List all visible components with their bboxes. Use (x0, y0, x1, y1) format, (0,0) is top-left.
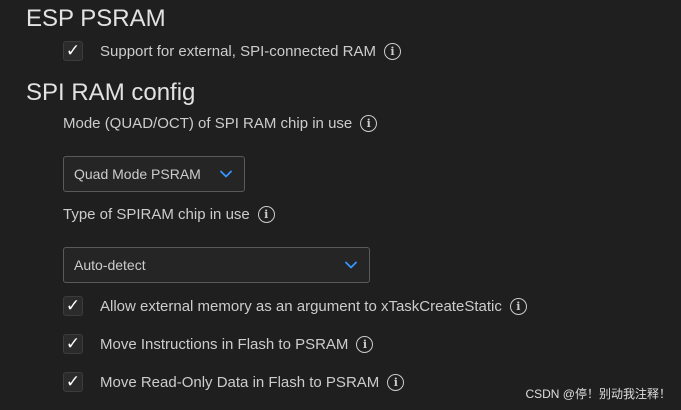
mode-label: Mode (QUAD/OCT) of SPI RAM chip in use (63, 115, 353, 132)
info-icon[interactable]: i (387, 373, 405, 391)
setting-move-rodata: ✓ Move Read-Only Data in Flash to PSRAM … (63, 372, 405, 392)
setting-chip-type: Type of SPIRAM chip in use i (63, 206, 275, 223)
info-icon[interactable]: i (257, 206, 275, 223)
setting-mode: Mode (QUAD/OCT) of SPI RAM chip in use i (63, 115, 378, 132)
chip-type-label: Type of SPIRAM chip in use (63, 206, 250, 223)
settings-page: ESP PSRAM ✓ Support for external, SPI-co… (0, 0, 681, 410)
setting-allow-external-memory: ✓ Allow external memory as an argument t… (63, 296, 527, 316)
chevron-down-icon (220, 170, 232, 178)
info-icon[interactable]: i (509, 297, 527, 315)
mode-select-value: Quad Mode PSRAM (74, 166, 201, 182)
section-title-esp-psram: ESP PSRAM (26, 5, 166, 32)
setting-support-external-ram: ✓ Support for external, SPI-connected RA… (63, 41, 401, 61)
check-icon: ✓ (65, 41, 81, 61)
info-icon[interactable]: i (356, 335, 374, 353)
check-icon: ✓ (65, 334, 81, 354)
info-icon[interactable]: i (360, 115, 378, 132)
move-rodata-label: Move Read-Only Data in Flash to PSRAM (100, 373, 380, 391)
info-icon[interactable]: i (383, 42, 401, 60)
setting-move-instructions: ✓ Move Instructions in Flash to PSRAM i (63, 334, 374, 354)
move-instructions-label: Move Instructions in Flash to PSRAM (100, 335, 349, 353)
check-icon: ✓ (65, 372, 81, 392)
move-instructions-checkbox[interactable]: ✓ (63, 334, 83, 354)
mode-select[interactable]: Quad Mode PSRAM (63, 156, 245, 192)
support-external-ram-checkbox[interactable]: ✓ (63, 41, 83, 61)
chip-type-select-value: Auto-detect (74, 257, 146, 273)
chip-type-select[interactable]: Auto-detect (63, 247, 370, 283)
move-rodata-checkbox[interactable]: ✓ (63, 372, 83, 392)
allow-external-memory-checkbox[interactable]: ✓ (63, 296, 83, 316)
watermark: CSDN @停！别动我注释！ (525, 387, 671, 401)
check-icon: ✓ (65, 296, 81, 316)
section-title-spi-ram-config: SPI RAM config (26, 79, 196, 106)
support-external-ram-label: Support for external, SPI-connected RAM (100, 42, 376, 60)
allow-external-memory-label: Allow external memory as an argument to … (100, 297, 502, 315)
chevron-down-icon (345, 261, 357, 269)
